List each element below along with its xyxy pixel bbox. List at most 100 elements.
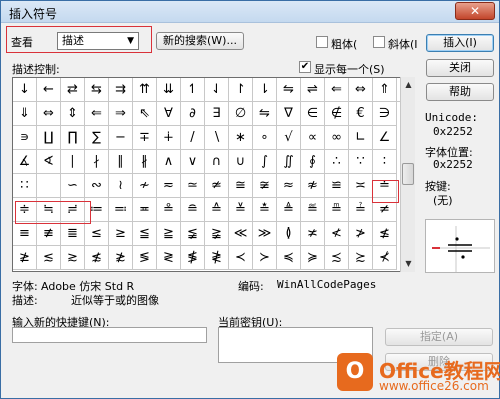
symbol-cell[interactable]: ≟ <box>349 198 373 222</box>
symbol-cell[interactable]: ≮ <box>325 222 349 246</box>
symbol-cell[interactable]: ∀ <box>157 102 181 126</box>
symbol-cell[interactable]: ∠ <box>373 126 397 150</box>
symbol-cell[interactable]: € <box>349 102 373 126</box>
symbol-cell[interactable]: ∮ <box>301 150 325 174</box>
symbol-cell[interactable]: ≗ <box>157 198 181 222</box>
symbol-cell[interactable]: ∐ <box>37 126 61 150</box>
symbol-cell[interactable]: ∴ <box>325 150 349 174</box>
symbol-cell[interactable]: ⇋ <box>253 102 277 126</box>
symbol-cell[interactable]: ≿ <box>349 246 373 270</box>
symbol-cell[interactable]: ∩ <box>205 150 229 174</box>
symbol-cell[interactable]: ∵ <box>349 150 373 174</box>
symbol-cell[interactable]: ≱ <box>13 246 37 270</box>
symbol-cell[interactable]: ∫ <box>253 150 277 174</box>
symbol-cell[interactable]: ⊀ <box>373 246 397 270</box>
symbol-cell[interactable]: ∾ <box>85 174 109 198</box>
scroll-up-icon[interactable]: ▲ <box>401 77 416 92</box>
symbol-cell[interactable]: ≚ <box>229 198 253 222</box>
new-shortcut-input[interactable] <box>12 327 207 343</box>
symbol-cell[interactable]: ∂ <box>181 102 205 126</box>
symbol-cell[interactable]: ↾ <box>229 78 253 102</box>
symbol-cell[interactable]: ⇄ <box>61 78 85 102</box>
close-window-button[interactable]: ✕ <box>455 2 495 20</box>
title-bar[interactable]: 插入符号 ✕ <box>1 1 499 23</box>
symbol-cell[interactable]: ⇔ <box>349 78 373 102</box>
symbol-cell[interactable]: ≹ <box>205 246 229 270</box>
symbol-cell[interactable]: ∣ <box>61 150 85 174</box>
symbol-cell[interactable]: ∡ <box>13 150 37 174</box>
symbol-cell[interactable]: ≉ <box>301 174 325 198</box>
symbol-cell[interactable]: ∝ <box>301 126 325 150</box>
symbol-cell[interactable]: ≀ <box>109 174 133 198</box>
symbol-cell[interactable]: ∖ <box>205 126 229 150</box>
symbol-cell[interactable]: ⇂ <box>253 78 277 102</box>
insert-button[interactable]: 插入(I) <box>426 34 494 52</box>
symbol-cell[interactable]: ≪ <box>229 222 253 246</box>
symbol-cell[interactable]: ≘ <box>181 198 205 222</box>
symbol-cell[interactable]: ∞ <box>325 126 349 150</box>
symbol-cell[interactable]: ≖ <box>133 198 157 222</box>
symbol-cell[interactable]: ≝ <box>301 198 325 222</box>
symbol-cell[interactable]: ⇋ <box>277 78 301 102</box>
symbol-cell[interactable]: ∦ <box>133 150 157 174</box>
symbol-cell[interactable]: ∘ <box>253 126 277 150</box>
symbol-cell[interactable]: ≁ <box>133 174 157 198</box>
symbol-cell[interactable]: ≴ <box>85 246 109 270</box>
close-button[interactable]: 关闭 <box>426 59 494 77</box>
new-search-button[interactable]: 新的搜索(W)... <box>156 32 244 50</box>
italic-checkbox[interactable] <box>373 36 385 48</box>
symbol-cell[interactable]: ≂ <box>157 174 181 198</box>
symbol-cell[interactable]: ∅ <box>229 102 253 126</box>
symbol-cell[interactable]: ⇑ <box>373 78 397 102</box>
symbol-cell[interactable]: ⇔ <box>37 102 61 126</box>
symbol-cell[interactable]: ← <box>37 78 61 102</box>
symbol-cell[interactable]: ∗ <box>229 126 253 150</box>
symbol-cell[interactable]: ≶ <box>133 246 157 270</box>
symbol-cell[interactable]: / <box>181 126 205 150</box>
symbol-cell[interactable]: ∈ <box>301 102 325 126</box>
symbol-cell[interactable]: ∷ <box>13 174 37 198</box>
symbol-cell[interactable]: ∋ <box>373 102 397 126</box>
symbol-cell[interactable]: ≣ <box>61 222 85 246</box>
symbol-cell[interactable]: ≫ <box>253 222 277 246</box>
symbol-cell[interactable]: ≽ <box>301 246 325 270</box>
symbol-cell[interactable]: ∨ <box>181 150 205 174</box>
symbol-cell[interactable] <box>37 174 61 198</box>
symbol-cell[interactable]: ≈ <box>277 174 301 198</box>
symbol-cell[interactable]: ≃ <box>181 174 205 198</box>
symbol-cell[interactable]: ∽ <box>61 174 85 198</box>
symbol-cell[interactable]: ≅ <box>229 174 253 198</box>
symbol-cell[interactable]: ∃ <box>205 102 229 126</box>
symbol-cell[interactable]: − <box>109 126 133 150</box>
symbol-cell[interactable]: ≯ <box>349 222 373 246</box>
symbol-cell[interactable]: ≧ <box>157 222 181 246</box>
symbol-cell[interactable]: ⇊ <box>157 78 181 102</box>
view-select[interactable]: 描述 ▼ <box>57 32 139 50</box>
symbol-cell[interactable]: ≦ <box>133 222 157 246</box>
symbol-cell[interactable]: ≕ <box>109 198 133 222</box>
symbol-cell[interactable]: ≄ <box>205 174 229 198</box>
symbol-cell[interactable]: ≻ <box>253 246 277 270</box>
symbol-cell[interactable]: ≌ <box>325 174 349 198</box>
symbol-cell[interactable]: ⇃ <box>205 78 229 102</box>
help-button[interactable]: 帮助 <box>426 83 494 101</box>
symbol-cell[interactable]: ↓ <box>13 78 37 102</box>
symbol-cell[interactable]: ∪ <box>229 150 253 174</box>
symbol-cell[interactable]: ≆ <box>253 174 277 198</box>
symbol-cell[interactable]: ≩ <box>205 222 229 246</box>
symbol-cell[interactable]: ⇉ <box>109 78 133 102</box>
symbol-cell[interactable]: ∓ <box>133 126 157 150</box>
scroll-down-icon[interactable]: ▼ <box>401 256 416 271</box>
symbol-cell[interactable]: ⇈ <box>133 78 157 102</box>
symbol-cell[interactable]: ⇐ <box>325 78 349 102</box>
bold-checkbox[interactable] <box>316 36 328 48</box>
symbol-cell[interactable]: ≍ <box>349 174 373 198</box>
symbol-cell[interactable]: ≳ <box>61 246 85 270</box>
grid-scrollbar[interactable]: ▲ ▼ <box>400 77 415 272</box>
symbol-grid[interactable]: ↓←⇄⇆⇉⇈⇊↿⇃↾⇂⇋⇌⇐⇔⇑⇒⇓⇔⇕⇐⇒⇖∀∂∃∅⇋∇∈∉€∋∍∐∏∑−∓∔… <box>12 77 414 272</box>
symbol-cell[interactable]: ⇕ <box>61 102 85 126</box>
scrollbar-thumb[interactable] <box>402 163 414 185</box>
symbol-cell[interactable]: ∬ <box>277 150 301 174</box>
symbol-cell[interactable]: ≲ <box>37 246 61 270</box>
symbol-cell[interactable]: ∏ <box>61 126 85 150</box>
